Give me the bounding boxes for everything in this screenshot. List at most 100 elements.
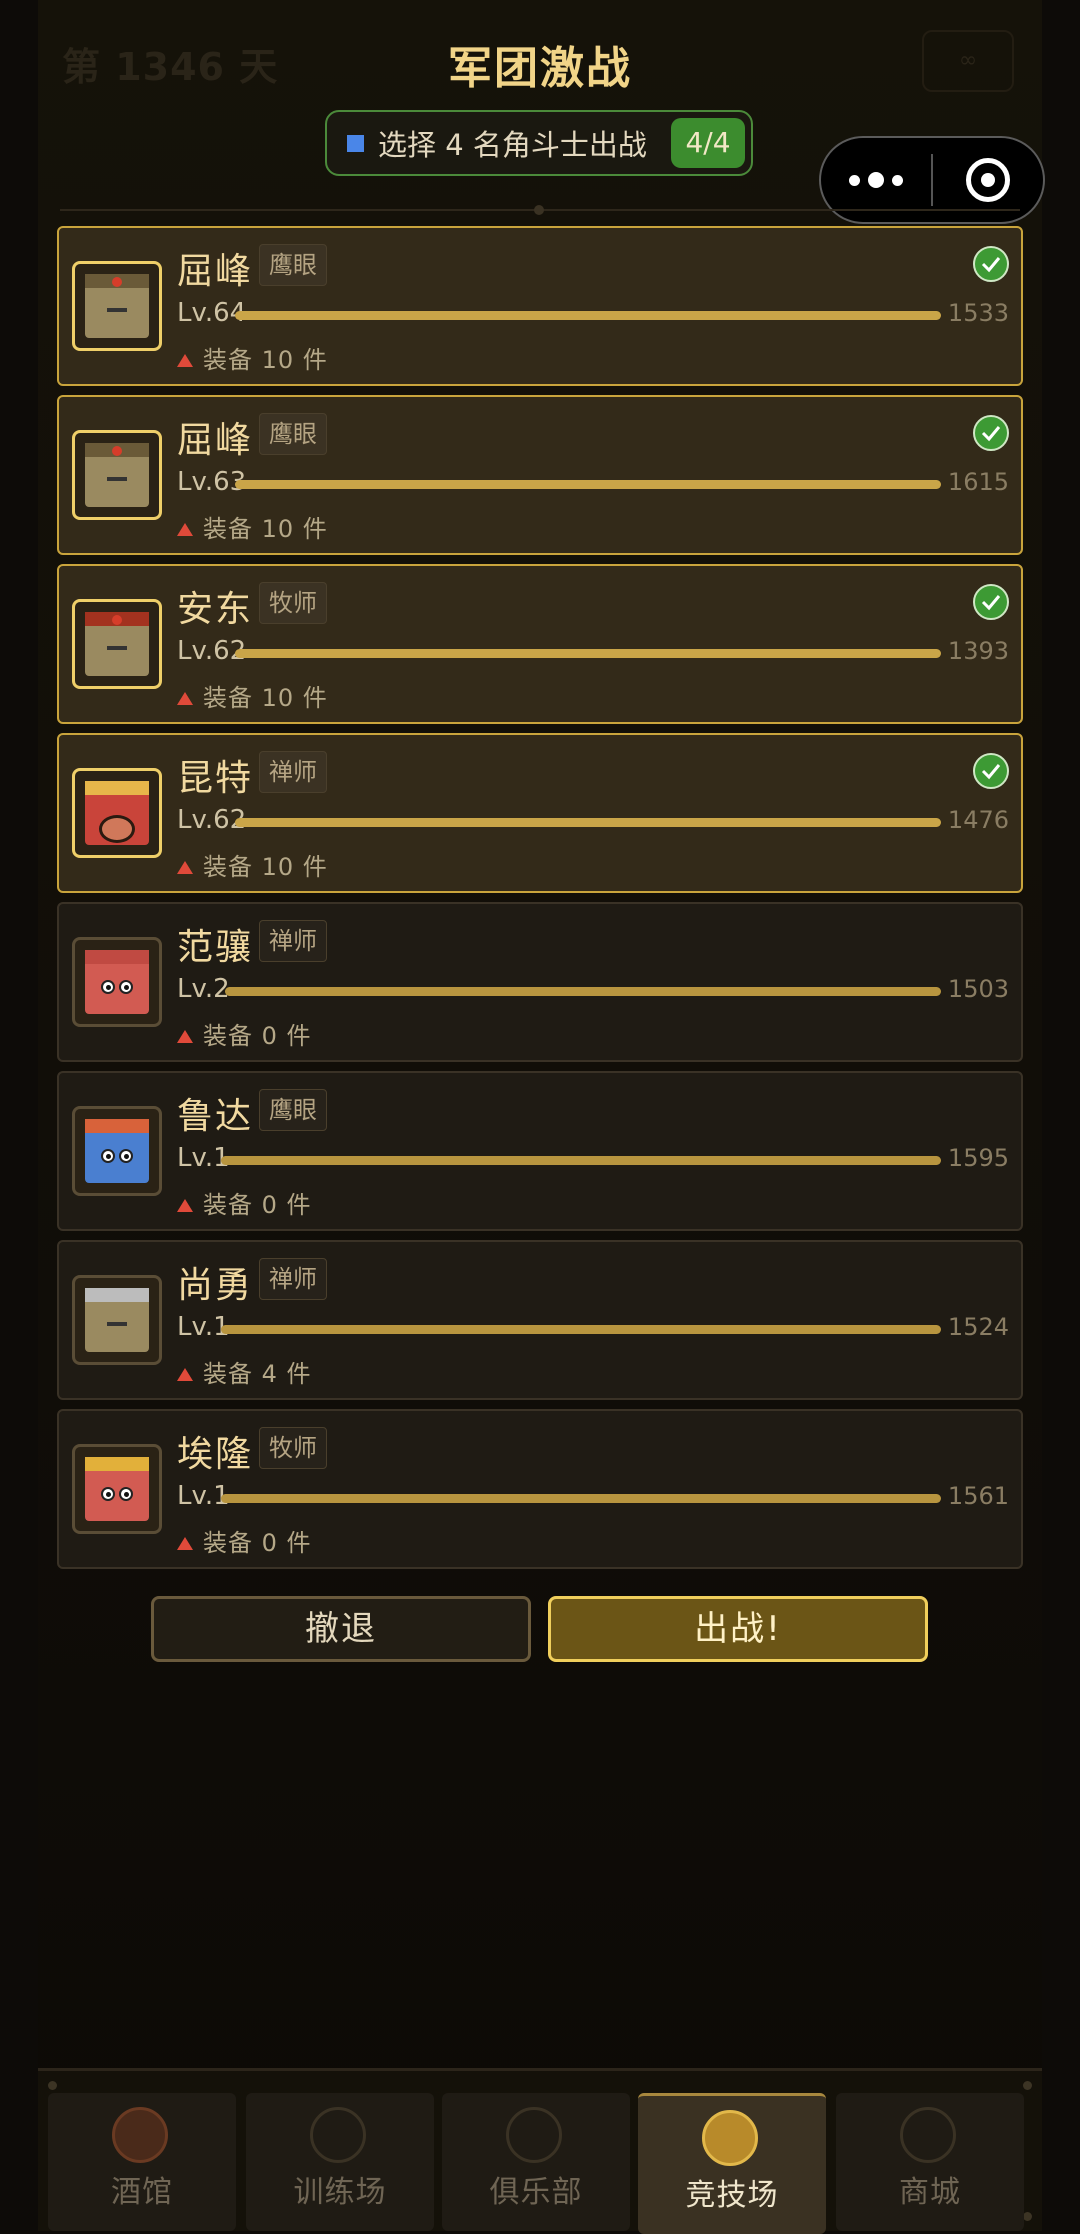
arena-icon [702,2110,758,2166]
equipment-count-label: 装备 10 件 [203,684,328,712]
nav-tab-label: 酒馆 [111,2175,173,2210]
gladiator-class-badge: 鹰眼 [259,244,327,286]
tavern-icon [112,2107,168,2163]
upgrade-arrow-icon [177,354,193,367]
gladiator-portrait [72,430,162,520]
equipment-count: 装备 0 件 [177,1523,312,1558]
close-mini-program-button[interactable] [933,158,1043,202]
equipment-count: 装备 10 件 [177,340,328,375]
gladiator-power: 1393 [947,637,1009,665]
nav-tab-label: 训练场 [293,2175,387,2210]
gladiator-class-badge: 禅师 [259,920,327,962]
target-close-icon [966,158,1010,202]
hint-marker-icon [347,134,364,152]
upgrade-arrow-icon [177,1537,193,1550]
hint-text: 选择 4 名角斗士出战 [378,128,647,162]
equipment-count: 装备 4 件 [177,1354,312,1389]
nav-rivet [48,2081,57,2090]
upgrade-arrow-icon [177,1368,193,1381]
nav-tab-label: 竞技场 [685,2178,779,2213]
nav-rivet [1023,2212,1032,2221]
nav-tab-tavern[interactable]: 酒馆 [48,2093,236,2231]
power-bar [235,480,941,489]
gladiator-card[interactable]: 鲁达 鹰眼 Lv.1 1595 装备 0 件 [57,1071,1023,1231]
gladiator-name: 埃隆 [177,1434,254,1475]
gladiator-class-badge: 禅师 [259,751,327,793]
selected-check-icon[interactable] [973,753,1009,789]
gladiator-card[interactable]: 屈峰 鹰眼 Lv.63 1615 装备 10 件 [57,395,1023,555]
equipment-count-label: 装备 0 件 [203,1191,312,1219]
power-bar [221,1494,941,1503]
nav-tab-training[interactable]: 训练场 [246,2093,434,2231]
equipment-count: 装备 0 件 [177,1016,312,1051]
gladiator-name: 范骧 [177,927,254,968]
gladiator-card[interactable]: 尚勇 禅师 Lv.1 1524 装备 4 件 [57,1240,1023,1400]
gladiator-class-badge: 牧师 [259,582,327,624]
gladiator-class-badge: 鹰眼 [259,413,327,455]
equipment-count: 装备 10 件 [177,678,328,713]
equipment-count: 装备 10 件 [177,847,328,882]
gladiator-card[interactable]: 范骧 禅师 Lv.2 1503 装备 0 件 [57,902,1023,1062]
gladiator-card[interactable]: 埃隆 牧师 Lv.1 1561 装备 0 件 [57,1409,1023,1569]
gladiator-portrait [72,599,162,689]
gladiator-power: 1533 [947,299,1009,327]
selection-count-badge: 4/4 [671,118,745,168]
gladiator-power: 1615 [947,468,1009,496]
upgrade-arrow-icon [177,692,193,705]
fight-button[interactable]: 出战! [548,1596,928,1662]
gladiator-portrait [72,1275,162,1365]
selected-check-icon[interactable] [973,415,1009,451]
gladiator-name: 尚勇 [177,1265,254,1306]
gladiator-name: 屈峰 [177,251,254,292]
gladiator-card[interactable]: 昆特 禅师 Lv.62 1476 装备 10 件 [57,733,1023,893]
gladiator-name: 昆特 [177,758,254,799]
equipment-count-label: 装备 10 件 [203,853,328,881]
gladiator-portrait [72,937,162,1027]
gladiator-card[interactable]: 安东 牧师 Lv.62 1393 装备 10 件 [57,564,1023,724]
upgrade-arrow-icon [177,1030,193,1043]
gladiator-class-badge: 牧师 [259,1427,327,1469]
gladiator-portrait [72,1106,162,1196]
gladiator-class-badge: 鹰眼 [259,1089,327,1131]
power-bar [235,818,941,827]
upgrade-arrow-icon [177,523,193,536]
power-bar [225,987,941,996]
power-bar [235,649,941,658]
upgrade-arrow-icon [177,1199,193,1212]
nav-tab-shop[interactable]: 商城 [836,2093,1024,2231]
gladiator-class-badge: 禅师 [259,1258,327,1300]
power-bar [221,1325,941,1334]
selection-hint: 选择 4 名角斗士出战 4/4 [325,110,753,176]
selected-check-icon[interactable] [973,584,1009,620]
training-icon [310,2107,366,2163]
equipment-count-label: 装备 4 件 [203,1360,312,1388]
equipment-count-label: 装备 10 件 [203,346,328,374]
gladiator-list: 屈峰 鹰眼 Lv.64 1533 装备 10 件屈峰 鹰眼 Lv.63 1615 装备 10 件… [57,226,1023,1578]
nav-tab-arena[interactable]: 竞技场 [638,2093,826,2234]
nav-rivet [1023,2081,1032,2090]
gladiator-name: 安东 [177,589,254,630]
gladiator-portrait [72,1444,162,1534]
shop-icon [900,2107,956,2163]
nav-tab-label: 俱乐部 [489,2175,583,2210]
selected-check-icon[interactable] [973,246,1009,282]
gladiator-card[interactable]: 屈峰 鹰眼 Lv.64 1533 装备 10 件 [57,226,1023,386]
equipment-count-label: 装备 0 件 [203,1022,312,1050]
gladiator-name: 屈峰 [177,420,254,461]
upgrade-arrow-icon [177,861,193,874]
nav-tab-label: 商城 [899,2175,961,2210]
nav-tab-club[interactable]: 俱乐部 [442,2093,630,2231]
club-icon [506,2107,562,2163]
bottom-nav: 酒馆 训练场 俱乐部 竞技场 商城 [38,2068,1042,2234]
gladiator-portrait [72,768,162,858]
retreat-button[interactable]: 撤退 [151,1596,531,1662]
divider-ornament [534,205,544,215]
equipment-count: 装备 0 件 [177,1185,312,1220]
power-bar [235,311,941,320]
gladiator-portrait [72,261,162,351]
equipment-count-label: 装备 10 件 [203,515,328,543]
gladiator-level: Lv.2 [177,974,230,1004]
gladiator-power: 1524 [947,1313,1009,1341]
page-title: 军团激战 [448,43,632,94]
gladiator-power: 1476 [947,806,1009,834]
